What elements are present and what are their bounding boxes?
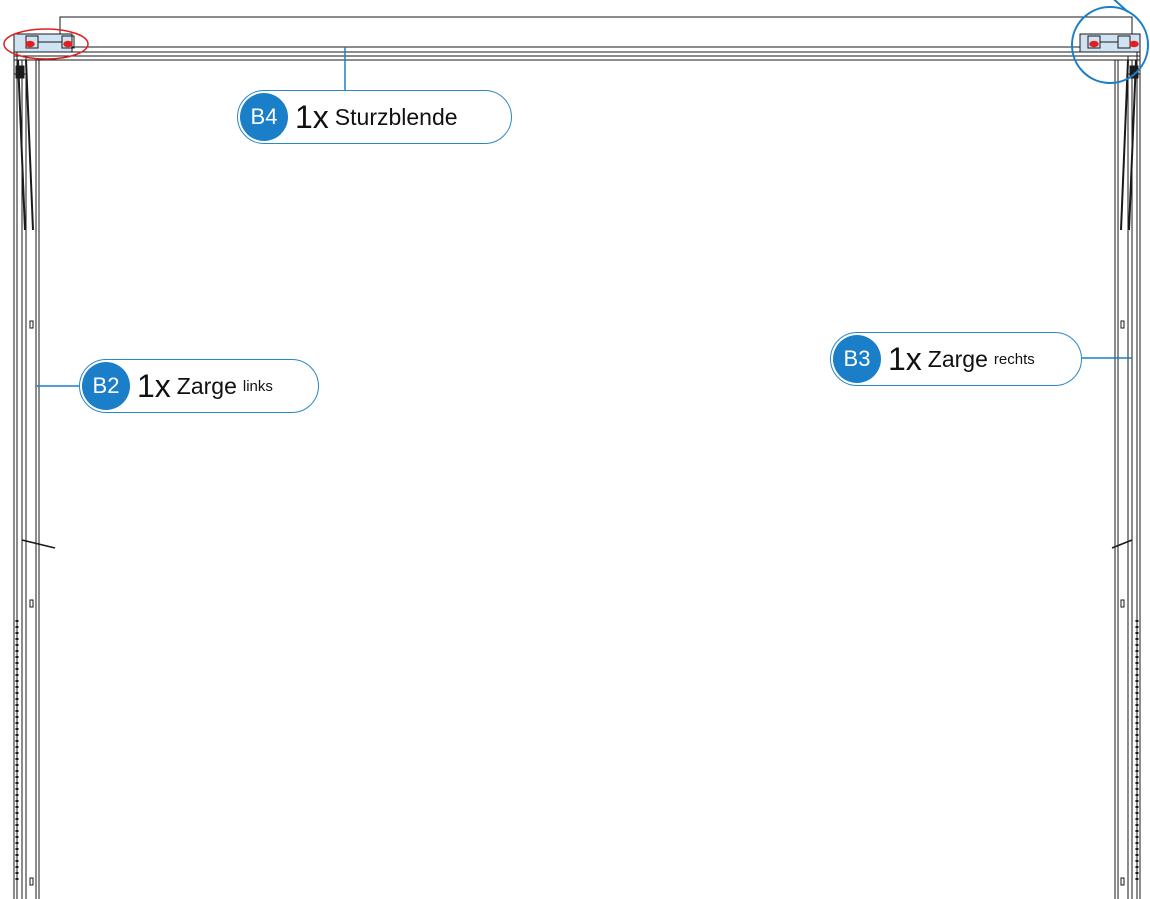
callout-quantity: 1x (137, 367, 171, 404)
callout-part-name: Zarge (176, 372, 237, 399)
callout-b3: B3 1x Zarge rechts (830, 332, 1082, 386)
right-frame (1111, 34, 1141, 899)
highlight-screw-right-2 (1129, 40, 1139, 48)
callout-quantity: 1x (888, 340, 922, 377)
highlight-screw-right-1 (1089, 40, 1099, 48)
callout-quantity: 1x (295, 98, 329, 135)
callout-part-name: Zarge (927, 345, 988, 372)
left-frame (13, 34, 56, 899)
callout-b2: B2 1x Zarge links (79, 359, 319, 413)
callout-part-side: links (242, 377, 273, 395)
lintel-panel (14, 16, 1140, 61)
detail-leader (1113, 0, 1129, 13)
callout-badge: B4 (240, 93, 288, 141)
callout-part-side: rechts (993, 350, 1035, 368)
door-frame-drawing (3, 0, 1149, 899)
callout-b4: B4 1x Sturzblende (237, 90, 512, 144)
callout-part-name: Sturzblende (334, 103, 458, 130)
highlight-screw-left-2 (63, 40, 73, 48)
callout-badge: B2 (82, 362, 130, 410)
callout-badge: B3 (833, 335, 881, 383)
highlight-screw-left-1 (25, 40, 35, 48)
